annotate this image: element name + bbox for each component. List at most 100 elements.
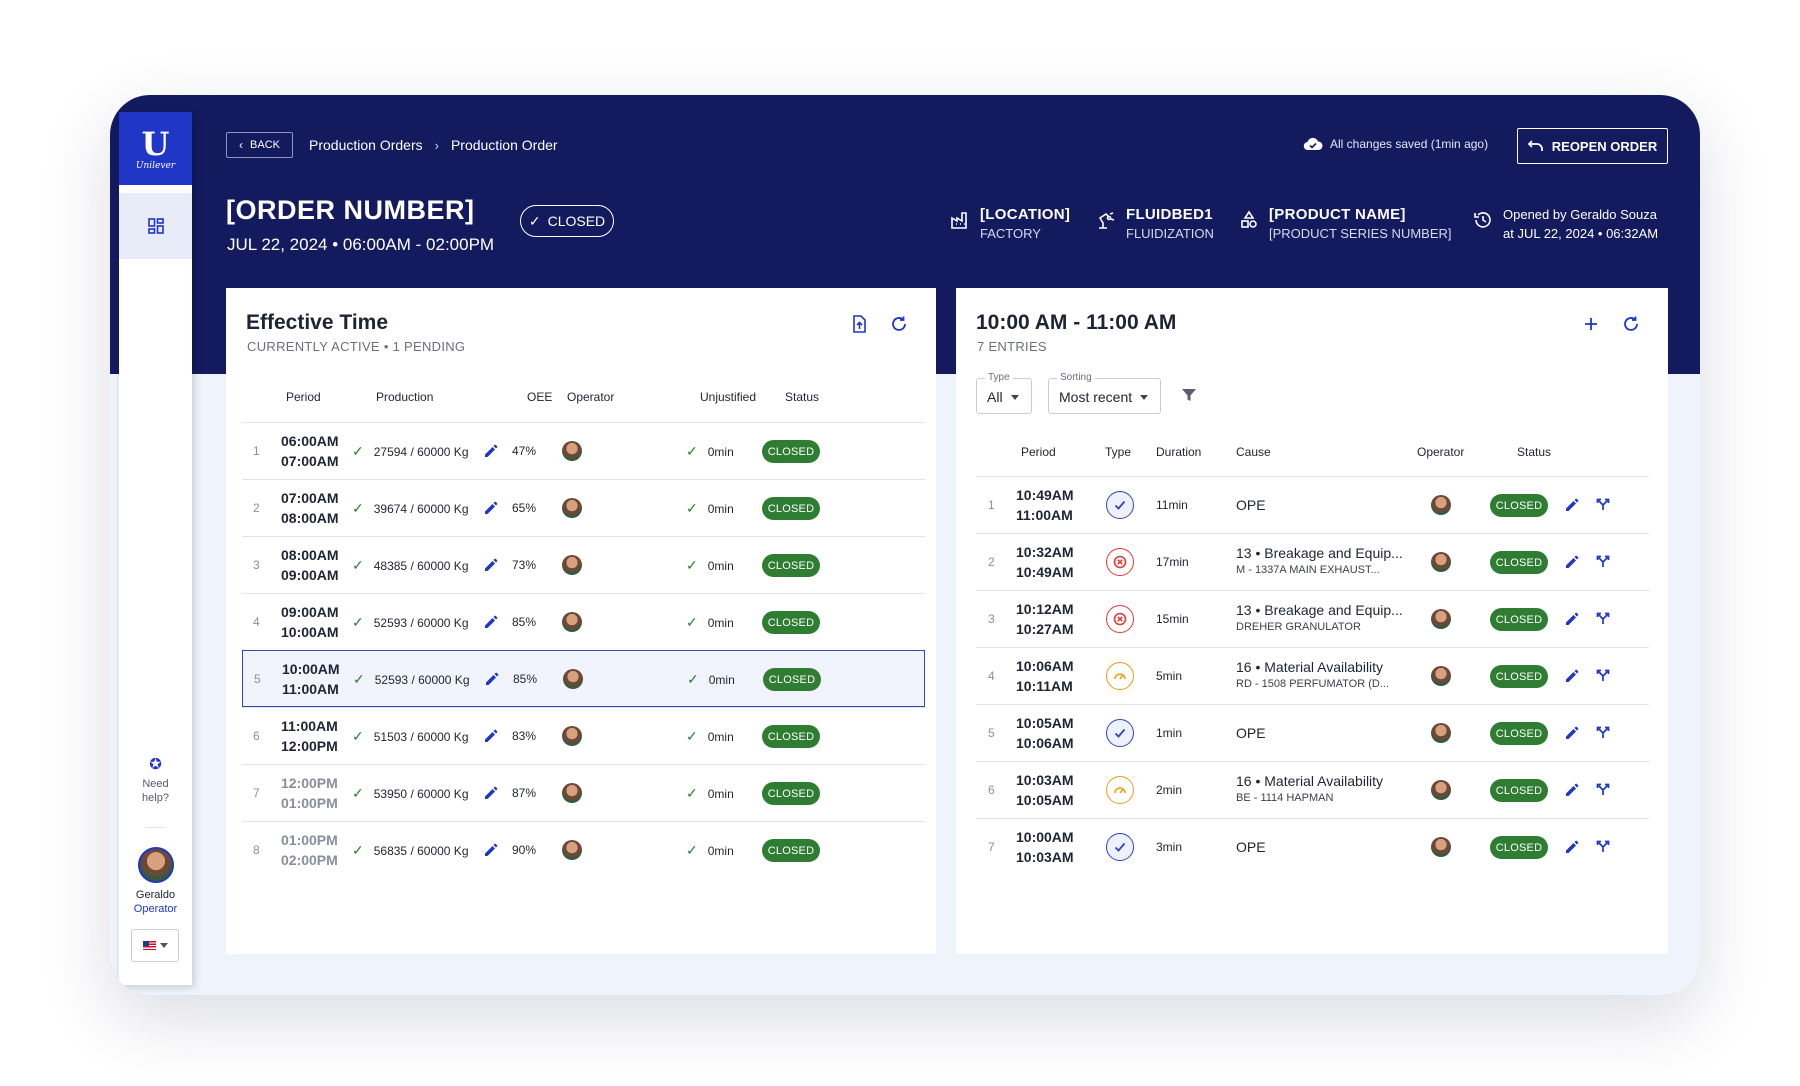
pencil-icon (1565, 669, 1579, 686)
split-event-button[interactable] (1596, 839, 1610, 856)
row-period: 07:00AM 08:00AM (281, 488, 339, 528)
table-row[interactable]: 3 08:00AM 09:00AM ✓ 48385 / 60000 Kg 73% ✓ 0min… (242, 536, 925, 593)
operator-avatar (1431, 780, 1451, 800)
period-end: 11:00AM (1016, 507, 1073, 523)
chevron-right-icon: › (434, 137, 439, 153)
period-end: 08:00AM (281, 510, 339, 526)
refresh-icon (1624, 316, 1638, 331)
period-start: 10:06AM (1016, 658, 1074, 674)
production-value: 52593 / 60000 Kg (374, 672, 470, 687)
edit-event-button[interactable] (1565, 726, 1579, 743)
edit-event-button[interactable] (1565, 783, 1579, 800)
unjustified-value: 0min (707, 843, 734, 858)
edit-production-button[interactable] (484, 501, 498, 518)
period-end: 11:00AM (282, 681, 339, 697)
split-event-button[interactable] (1596, 725, 1610, 742)
opened-at: at JUL 22, 2024 • 06:32AM (1503, 226, 1659, 241)
production-cell: ✓ 39674 / 60000 Kg (352, 500, 469, 517)
language-selector[interactable] (131, 929, 179, 962)
help-label: Need help? (142, 778, 169, 804)
col-oee: OEE (527, 390, 553, 404)
edit-production-button[interactable] (484, 786, 498, 803)
edit-production-button[interactable] (484, 444, 498, 461)
refresh-button[interactable] (890, 315, 908, 333)
cause-title: OPE (1236, 725, 1266, 741)
plus-icon (1585, 318, 1597, 330)
table-row[interactable]: 7 10:00AM 10:03AM 3min OPE CLOSED (976, 818, 1649, 875)
check-circle-icon (1106, 833, 1134, 861)
export-button[interactable] (850, 315, 868, 333)
edit-production-button[interactable] (484, 729, 498, 746)
nav-dashboard[interactable] (119, 193, 192, 259)
add-event-button[interactable] (1582, 315, 1600, 333)
table-row[interactable]: 5 10:00AM 11:00AM ✓ 52593 / 60000 Kg 85% ✓ 0min… (242, 650, 925, 707)
table-row[interactable]: 2 07:00AM 08:00AM ✓ 39674 / 60000 Kg 65% ✓ 0min… (242, 479, 925, 536)
breadcrumb-production-orders[interactable]: Production Orders (309, 137, 423, 153)
table-row[interactable]: 2 10:32AM 10:49AM 17min 13 • Breakage and Eq… (976, 533, 1649, 590)
cause-title: OPE (1236, 497, 1266, 513)
table-row[interactable]: 4 09:00AM 10:00AM ✓ 52593 / 60000 Kg 85% ✓ 0min… (242, 593, 925, 650)
edit-production-button[interactable] (485, 672, 499, 689)
table-row[interactable]: 6 10:03AM 10:05AM 2min 16 • Material Availab… (976, 761, 1649, 818)
table-row[interactable]: 1 10:49AM 11:00AM 11min OPE CLOSED (976, 476, 1649, 533)
table-row[interactable]: 7 12:00PM 01:00PM ✓ 53950 / 60000 Kg 87% ✓ 0min… (242, 764, 925, 821)
type-filter[interactable]: Type All (976, 372, 1032, 414)
page-title: [ORDER NUMBER] (226, 195, 475, 225)
check-icon: ✓ (352, 500, 364, 516)
unilever-logo[interactable]: U Unilever (119, 112, 192, 185)
edit-event-button[interactable] (1565, 498, 1579, 515)
cause-title: OPE (1236, 839, 1266, 855)
edit-event-button[interactable] (1565, 612, 1579, 629)
split-event-button[interactable] (1596, 497, 1610, 514)
status-badge: CLOSED (762, 440, 820, 463)
split-icon (1596, 840, 1610, 856)
reopen-order-button[interactable]: REOPEN ORDER (1517, 128, 1668, 164)
period-start: 10:00AM (282, 661, 340, 677)
period-end: 10:03AM (1016, 849, 1074, 865)
user-profile[interactable]: Geraldo Operator (119, 847, 192, 915)
pencil-icon (484, 501, 498, 518)
operator-avatar (1431, 495, 1451, 515)
table-row[interactable]: 5 10:05AM 10:06AM 1min OPE CLOSED (976, 704, 1649, 761)
help-link[interactable]: ✪ Need help? (119, 757, 192, 805)
row-number: 3 (988, 612, 995, 626)
edit-event-button[interactable] (1565, 840, 1579, 857)
unjustified-value: 0min (707, 501, 734, 516)
row-number: 6 (253, 729, 260, 743)
breadcrumb-production-order: Production Order (450, 137, 558, 153)
back-button[interactable]: ‹ BACK (226, 132, 293, 158)
split-event-button[interactable] (1596, 554, 1610, 571)
table-row[interactable]: 8 01:00PM 02:00PM ✓ 56835 / 60000 Kg 90% ✓ 0min… (242, 821, 925, 878)
edit-production-button[interactable] (484, 843, 498, 860)
operator-avatar (1431, 666, 1451, 686)
refresh-events-button[interactable] (1622, 315, 1640, 333)
split-event-button[interactable] (1596, 611, 1610, 628)
row-period: 11:00AM 12:00PM (281, 716, 338, 756)
operator-avatar (562, 726, 582, 746)
sort-filter[interactable]: Sorting Most recent (1048, 372, 1161, 414)
table-row[interactable]: 6 11:00AM 12:00PM ✓ 51503 / 60000 Kg 83% ✓ 0min… (242, 707, 925, 764)
split-event-button[interactable] (1596, 782, 1610, 799)
edit-production-button[interactable] (484, 615, 498, 632)
sidebar: U Unilever ✪ Need help? Geraldo Operator (119, 112, 192, 985)
cause-title: 16 • Material Availability (1236, 659, 1384, 675)
filter-button[interactable] (1181, 387, 1197, 408)
pencil-icon (484, 615, 498, 632)
cause-cell: OPE (1236, 725, 1266, 742)
period-end: 10:05AM (1016, 792, 1074, 808)
edit-production-button[interactable] (484, 558, 498, 575)
split-event-button[interactable] (1596, 668, 1610, 685)
table-row[interactable]: 1 06:00AM 07:00AM ✓ 27594 / 60000 Kg 47% ✓ 0min… (242, 422, 925, 479)
unjustified-cell: ✓ 0min (686, 557, 734, 574)
edit-event-button[interactable] (1565, 669, 1579, 686)
table-row[interactable]: 4 10:06AM 10:11AM 5min 16 • Material Availab… (976, 647, 1649, 704)
user-name: Geraldo (135, 889, 176, 901)
period-start: 10:12AM (1016, 601, 1074, 617)
save-status-text: All changes saved (1min ago) (1330, 137, 1489, 151)
status-badge: ✓ CLOSED (520, 205, 614, 237)
period-end: 10:00AM (281, 624, 339, 640)
sort-filter-value: Most recent (1059, 389, 1133, 405)
edit-event-button[interactable] (1565, 555, 1579, 572)
location-sub: FACTORY (980, 226, 1041, 241)
table-row[interactable]: 3 10:12AM 10:27AM 15min 13 • Breakage and Eq… (976, 590, 1649, 647)
